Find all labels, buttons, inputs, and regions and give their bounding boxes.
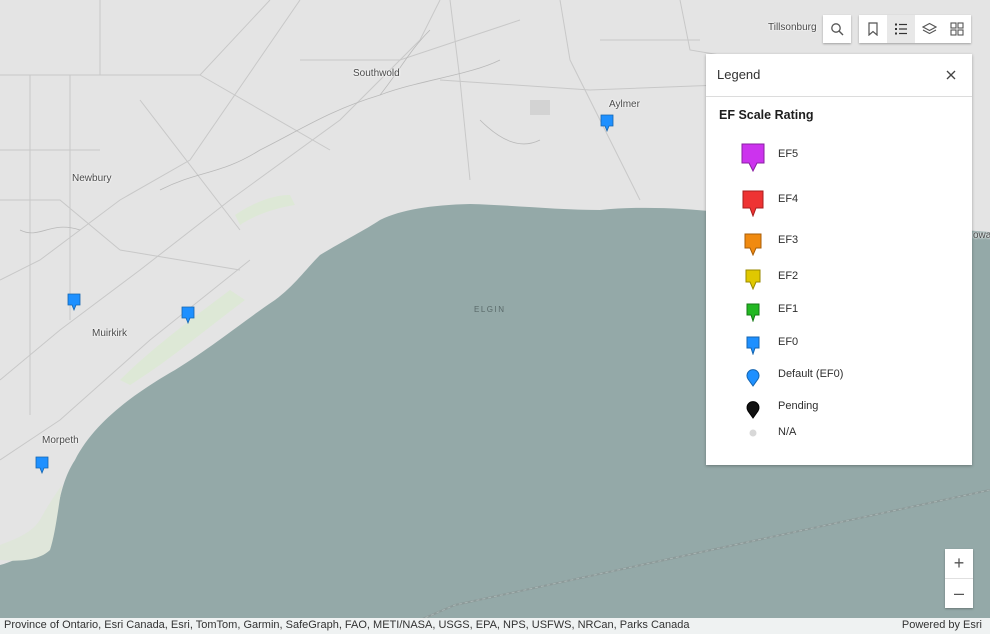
place-label-tillsonburg: Tillsonburg	[768, 22, 817, 33]
legend-title: Legend	[717, 67, 761, 82]
tornado-marker-ef0[interactable]	[181, 306, 195, 324]
place-label-southwold: Southwold	[353, 68, 400, 79]
basemap-gallery-button[interactable]	[943, 15, 971, 43]
attribution-text[interactable]: Province of Ontario, Esri Canada, Esri, …	[4, 619, 690, 631]
marker-ef3-icon	[744, 233, 762, 256]
tornado-marker-ef0[interactable]	[35, 456, 49, 474]
place-label-muirkirk: Muirkirk	[92, 328, 127, 339]
legend-label: EF3	[778, 234, 799, 246]
legend-label: Default (EF0)	[778, 368, 844, 380]
pin-pending-icon	[746, 401, 760, 419]
legend-label: EF1	[778, 303, 799, 315]
attribution-bar: Province of Ontario, Esri Canada, Esri, …	[0, 618, 990, 634]
layers-button[interactable]	[915, 15, 943, 43]
marker-ef0-icon	[746, 336, 760, 355]
legend-layer-title: EF Scale Rating	[719, 108, 814, 122]
legend-panel: Legend EF Scale Rating EF5 EF4 EF3 EF2 E…	[706, 54, 972, 465]
legend-label: EF5	[778, 148, 799, 160]
marker-ef4-icon	[742, 190, 764, 217]
legend-header: Legend	[706, 54, 972, 97]
legend-label: N/A	[778, 426, 797, 438]
bookmarks-button[interactable]	[859, 15, 887, 43]
search-button[interactable]	[823, 15, 851, 43]
bookmark-icon	[868, 22, 878, 36]
zoom-out-button[interactable]: –	[945, 578, 973, 608]
powered-by-esri[interactable]: Powered by Esri	[902, 619, 982, 631]
pin-default-icon	[746, 369, 760, 387]
region-label-elgin: ELGIN	[474, 305, 506, 314]
legend-label: EF2	[778, 270, 799, 282]
search-icon	[831, 23, 844, 36]
basemap-gallery-icon	[950, 22, 964, 36]
legend-button[interactable]	[887, 15, 915, 43]
place-label-morpeth: Morpeth	[42, 435, 79, 446]
tornado-marker-ef0[interactable]	[600, 114, 614, 132]
place-label-partial: owa	[973, 230, 990, 241]
marker-ef2-icon	[745, 269, 761, 290]
close-legend-button[interactable]	[942, 66, 960, 84]
layers-icon	[921, 22, 937, 35]
search-widget	[823, 15, 851, 43]
legend-label: Pending	[778, 400, 819, 412]
map-toolbar	[859, 15, 971, 43]
marker-ef5-icon	[741, 143, 765, 172]
urban-area	[530, 100, 550, 115]
zoom-control: + –	[945, 549, 973, 608]
place-label-aylmer: Aylmer	[609, 99, 640, 110]
tornado-marker-ef0[interactable]	[67, 293, 81, 311]
close-icon	[946, 70, 956, 80]
marker-ef1-icon	[746, 303, 760, 322]
place-label-newbury: Newbury	[72, 173, 112, 184]
legend-label: EF0	[778, 336, 799, 348]
legend-label: EF4	[778, 193, 799, 205]
zoom-in-button[interactable]: +	[945, 549, 973, 578]
dot-na-icon	[749, 429, 757, 437]
legend-list-icon	[895, 23, 907, 35]
